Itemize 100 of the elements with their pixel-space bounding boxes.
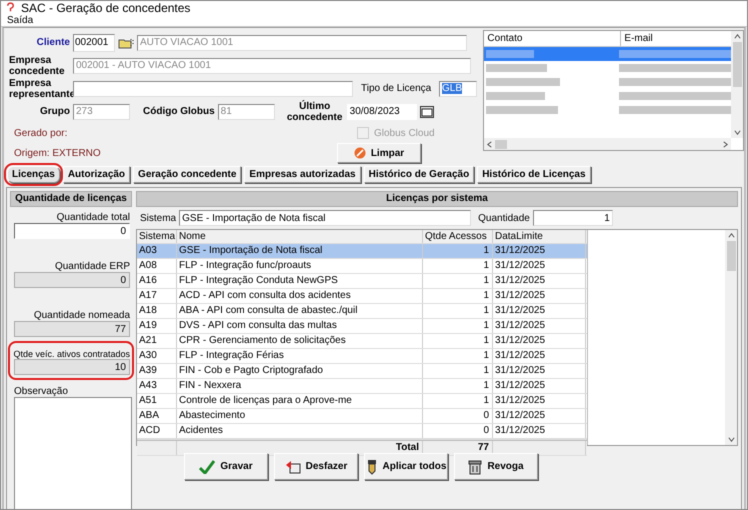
table-cell: 31/12/2025 [493,379,586,393]
scroll-left-icon[interactable] [486,140,494,148]
table-cell: A03 [137,244,177,258]
tipo-licenca-field[interactable]: GLB [439,80,477,96]
action-button[interactable]: Gravar [184,453,268,480]
clear-icon [354,147,366,159]
column-header[interactable]: Qtde Acessos [423,230,493,243]
quantidade-field[interactable]: 1 [532,210,613,226]
table-cell: A51 [137,394,177,408]
quantity-field[interactable]: 77 [14,321,130,337]
quantity-field[interactable]: 0 [14,272,130,288]
origem-label: Origem: EXTERNO [14,148,102,158]
column-header[interactable]: Sistema [137,230,177,243]
table-cell: DVS - API com consulta das multas [177,319,423,333]
table-row[interactable]: A08 FLP - Integração func/proauts 1 31/12/2025 [137,259,587,274]
empresa-representante-field[interactable] [73,80,353,96]
limpar-button[interactable]: Limpar [337,143,421,163]
scroll-up-icon[interactable] [728,232,734,239]
date-field[interactable]: 30/08/2023 [346,104,417,120]
scrollbar-thumb[interactable] [726,241,736,271]
column-header[interactable]: E-mail [621,31,731,46]
empresa-concedente-field[interactable]: 002001 - AUTO VIACAO 1001 [73,58,471,74]
table-cell: 31/12/2025 [493,394,586,408]
column-header[interactable]: Nome [177,230,423,243]
table-cell: A16 [137,274,177,288]
table-row[interactable]: ACD Acidentes 0 31/12/2025 [137,424,587,439]
table-row[interactable]: A51 Controle de licenças para o Aprove-me 1 31/12/2025 [137,394,587,409]
table-row[interactable]: A43 FIN - Nexxera 1 31/12/2025 [137,379,587,394]
table-row[interactable]: A03 GSE - Importação de Nota fiscal 1 31/12/2025 [137,244,587,259]
codigo-globus-field[interactable]: 81 [218,104,275,120]
table-cell: 31/12/2025 [493,304,586,318]
table-row[interactable]: A17 ACD - API com consulta dos acidentes 1 31/12/2025 [137,289,587,304]
gerado-por-label: Gerado por: [14,128,68,138]
table-cell: 0 [423,424,493,438]
field-label: Empresa concedente [8,54,66,76]
sistema-field[interactable]: GSE - Importação de Nota fiscal [179,210,472,226]
table-cell: Acidentes [177,424,423,438]
table-row[interactable]: A39 FIN - Cob e Pagto Criptografado 1 31/12/2025 [137,364,587,379]
field-label: Quantidade total [56,211,130,223]
quantity-field[interactable]: 10 [14,359,130,375]
table-cell: 31/12/2025 [493,424,586,438]
field-label: Código Globus [143,106,215,117]
table-row[interactable]: A30 FLP - Integração Férias 1 31/12/2025 [137,349,587,364]
table-cell: A17 [137,289,177,303]
table-row[interactable]: A19 DVS - API com consulta das multas 1 31/12/2025 [137,319,587,334]
tab[interactable]: Histórico de Licenças [477,166,591,183]
table-cell: 31/12/2025 [493,349,586,363]
table-cell: ABA [137,409,177,423]
table-cell: 31/12/2025 [493,319,586,333]
table-cell: Controle de licenças para o Aprove-me [177,394,423,408]
field-label: Tipo de Licença [361,83,432,94]
table-cell: FIN - Nexxera [177,379,423,393]
tab[interactable]: Licenças [7,166,60,183]
table-cell: 1 [423,304,493,318]
bin-icon [468,458,482,474]
action-button[interactable]: Desfazer [274,453,358,480]
menu-item[interactable]: Saída [7,15,34,26]
field-label: Qtde veíc. ativos contratados [13,348,130,359]
column-header[interactable]: DataLimite [493,230,586,243]
action-button[interactable]: Aplicar todos [364,453,448,480]
table-cell: 1 [423,349,493,363]
column-header[interactable]: Contato [484,31,622,46]
tab[interactable]: Geração concedente [133,166,242,183]
quantity-field[interactable]: 0 [14,223,130,239]
action-button[interactable]: Revoga [454,453,538,480]
table-cell: 1 [423,244,493,258]
client-name-field[interactable]: AUTO VIACAO 1001 [137,34,467,50]
field-label: Quantidade nomeada [34,309,130,321]
table-cell: Abastecimento [177,409,423,423]
scroll-down-icon[interactable] [734,129,740,136]
scroll-right-icon[interactable] [722,140,729,148]
table-cell: ACD [137,424,177,438]
table-row[interactable]: A21 CPR - Gerenciamento de solicitações 1 31/12/2025 [137,334,587,349]
table-cell: 31/12/2025 [493,409,586,423]
table-cell: 1 [423,364,493,378]
table-row[interactable]: ABA Abastecimento 0 31/12/2025 [137,409,587,424]
field-label: Grupo [39,106,70,117]
table-cell: A21 [137,334,177,348]
grupo-field[interactable]: 273 [73,104,130,120]
table-cell: CPR - Gerenciamento de solicitações [177,334,423,348]
table-cell: ACD - API com consulta dos acidentes [177,289,423,303]
table-cell: 31/12/2025 [493,259,586,273]
panel-header: Licenças por sistema [136,191,738,207]
observacao-field[interactable] [14,397,132,509]
table-row[interactable]: A18 ABA - API com consulta de abastec./quil 1 31/12/2025 [137,304,587,319]
field-label: Último concedente [286,100,344,122]
tab[interactable]: Empresas autorizadas [244,166,361,183]
table-row[interactable]: A16 FLP - Integração Conduta NewGPS 1 31/12/2025 [137,274,587,289]
field-label: Sistema [140,212,176,224]
client-code-field[interactable]: 002001 [73,34,115,52]
scrollbar-thumb[interactable] [732,42,742,87]
table-cell: A30 [137,349,177,363]
scroll-down-icon[interactable] [728,436,734,443]
scroll-up-icon[interactable] [734,33,740,40]
tab[interactable]: Histórico de Geração [364,166,474,183]
tab[interactable]: Autorização [62,166,130,183]
folder-icon[interactable] [118,36,134,48]
scrollbar-thumb[interactable] [495,140,508,148]
calendar-icon[interactable] [420,106,434,118]
table-cell: 1 [423,259,493,273]
